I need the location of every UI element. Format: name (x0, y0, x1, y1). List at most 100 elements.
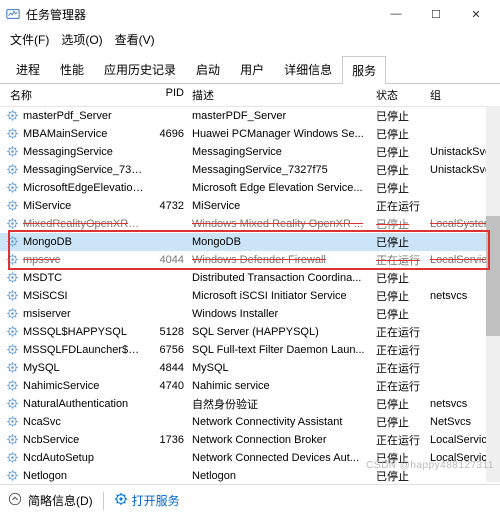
tab-startup[interactable]: 启动 (186, 55, 230, 83)
col-group[interactable]: 组 (430, 87, 498, 103)
service-row[interactable]: NcbService1736Network Connection Broker正… (0, 431, 500, 449)
service-status: 正在运行 (376, 342, 430, 358)
service-row[interactable]: MongoDBMongoDB已停止 (0, 233, 500, 251)
service-pid: 4732 (146, 200, 192, 212)
service-row[interactable]: MicrosoftEdgeElevationS... Microsoft Edge… (0, 179, 500, 197)
service-name: MiService (23, 200, 146, 212)
service-status: 已停止 (376, 216, 430, 232)
chevron-up-icon[interactable] (8, 492, 22, 509)
close-button[interactable]: ✕ (456, 0, 496, 28)
scroll-thumb[interactable] (486, 216, 500, 336)
service-status: 正在运行 (376, 252, 430, 268)
maximize-button[interactable]: ☐ (416, 0, 456, 28)
service-row[interactable]: MBAMainService4696Huawei PCManager Windo… (0, 125, 500, 143)
gear-icon (6, 109, 20, 123)
gear-icon (6, 379, 20, 393)
app-icon (6, 7, 20, 21)
gear-icon (6, 145, 20, 159)
service-pid: 6756 (146, 344, 192, 356)
service-row[interactable]: NaturalAuthentication自然身份验证已停止netsvcs (0, 395, 500, 413)
menu-view[interactable]: 查看(V) (115, 31, 155, 48)
open-services-link[interactable]: 打开服务 (114, 492, 180, 509)
service-status: 正在运行 (376, 432, 430, 448)
service-desc: Huawei PCManager Windows Se... (192, 128, 376, 140)
gear-icon (6, 235, 20, 249)
service-name: MicrosoftEdgeElevationS... (23, 182, 146, 194)
service-row[interactable]: MixedRealityOpenXRSvcWindows Mixed Reali… (0, 215, 500, 233)
service-desc: Windows Installer (192, 308, 376, 320)
service-name: MSSQL$HAPPYSQL (23, 326, 146, 338)
service-pid: 1736 (146, 434, 192, 446)
service-name: masterPdf_Server (23, 110, 146, 122)
service-desc: MessagingService (192, 146, 376, 158)
service-pid: 4696 (146, 128, 192, 140)
service-row[interactable]: MiService4732MiService正在运行 (0, 197, 500, 215)
tab-services[interactable]: 服务 (342, 56, 386, 84)
service-desc: Distributed Transaction Coordina... (192, 272, 376, 284)
service-row[interactable]: MessagingServiceMessagingService已停止Unist… (0, 143, 500, 161)
service-row[interactable]: NcaSvcNetwork Connectivity Assistant已停止N… (0, 413, 500, 431)
service-name: NaturalAuthentication (23, 398, 146, 410)
service-name: NahimicService (23, 380, 146, 392)
menu-options[interactable]: 选项(O) (61, 31, 102, 48)
service-status: 正在运行 (376, 378, 430, 394)
tab-details[interactable]: 详细信息 (274, 55, 342, 83)
service-row[interactable]: NahimicService4740Nahimic service正在运行 (0, 377, 500, 395)
services-icon (114, 492, 128, 509)
tab-performance[interactable]: 性能 (50, 55, 94, 83)
menubar: 文件(F) 选项(O) 查看(V) (0, 28, 500, 51)
service-desc: SQL Server (HAPPYSQL) (192, 326, 376, 338)
tabbar: 进程 性能 应用历史记录 启动 用户 详细信息 服务 (0, 55, 500, 84)
service-row[interactable]: MSDTC Distributed Transaction Coordina...… (0, 269, 500, 287)
service-row[interactable]: masterPdf_ServermasterPDF_Server已停止 (0, 107, 500, 125)
service-desc: MongoDB (192, 236, 376, 248)
tab-users[interactable]: 用户 (230, 55, 274, 83)
service-desc: Microsoft Edge Elevation Service... (192, 182, 376, 194)
service-row[interactable]: MySQL4844MySQL正在运行 (0, 359, 500, 377)
tab-processes[interactable]: 进程 (6, 55, 50, 83)
open-services-label: 打开服务 (132, 492, 180, 509)
service-name: MessagingService_7327f... (23, 164, 146, 176)
service-name: MBAMainService (23, 128, 146, 140)
gear-icon (6, 307, 20, 321)
gear-icon (6, 415, 20, 429)
fewer-details-button[interactable]: 简略信息(D) (28, 492, 93, 509)
menu-file[interactable]: 文件(F) (10, 31, 49, 48)
service-pid: 4044 (146, 254, 192, 266)
gear-icon (6, 289, 20, 303)
service-desc: MessagingService_7327f75 (192, 164, 376, 176)
service-name: MSDTC (23, 272, 146, 284)
service-row[interactable]: MessagingService_7327f... MessagingServic… (0, 161, 500, 179)
service-desc: Network Connected Devices Aut... (192, 452, 376, 464)
service-name: MongoDB (23, 236, 146, 248)
service-status: 已停止 (376, 288, 430, 304)
service-row[interactable]: MSiSCSIMicrosoft iSCSI Initiator Service… (0, 287, 500, 305)
scrollbar[interactable] (486, 106, 500, 482)
gear-icon (6, 325, 20, 339)
gear-icon (6, 199, 20, 213)
service-status: 已停止 (376, 162, 430, 178)
minimize-button[interactable]: — (376, 0, 416, 28)
service-desc: Microsoft iSCSI Initiator Service (192, 290, 376, 302)
service-status: 已停止 (376, 180, 430, 196)
service-row[interactable]: msiserverWindows Installer已停止 (0, 305, 500, 323)
col-desc[interactable]: 描述 (192, 87, 376, 103)
col-status[interactable]: 状态 (376, 87, 430, 103)
service-row[interactable]: mpssvc4044Windows Defender Firewall正在运行L… (0, 251, 500, 269)
tab-app-history[interactable]: 应用历史记录 (94, 55, 186, 83)
service-status: 已停止 (376, 414, 430, 430)
service-row[interactable]: MSSQL$HAPPYSQL5128SQL Server (HAPPYSQL)正… (0, 323, 500, 341)
service-row[interactable]: MSSQLFDLauncher$HAP...6756SQL Full-text … (0, 341, 500, 359)
gear-icon (6, 469, 20, 483)
service-status: 已停止 (376, 270, 430, 286)
service-name: NcbService (23, 434, 146, 446)
services-table: 名称 PID 描述 状态 组 masterPdf_Server masterPDF… (0, 84, 500, 484)
service-desc: Netlogon (192, 470, 376, 482)
service-status: 正在运行 (376, 324, 430, 340)
col-name[interactable]: 名称 (6, 87, 146, 103)
col-pid[interactable]: PID (146, 87, 192, 103)
service-desc: masterPDF_Server (192, 110, 376, 122)
gear-icon (6, 253, 20, 267)
statusbar: 简略信息(D) 打开服务 (0, 484, 500, 516)
gear-icon (6, 397, 20, 411)
